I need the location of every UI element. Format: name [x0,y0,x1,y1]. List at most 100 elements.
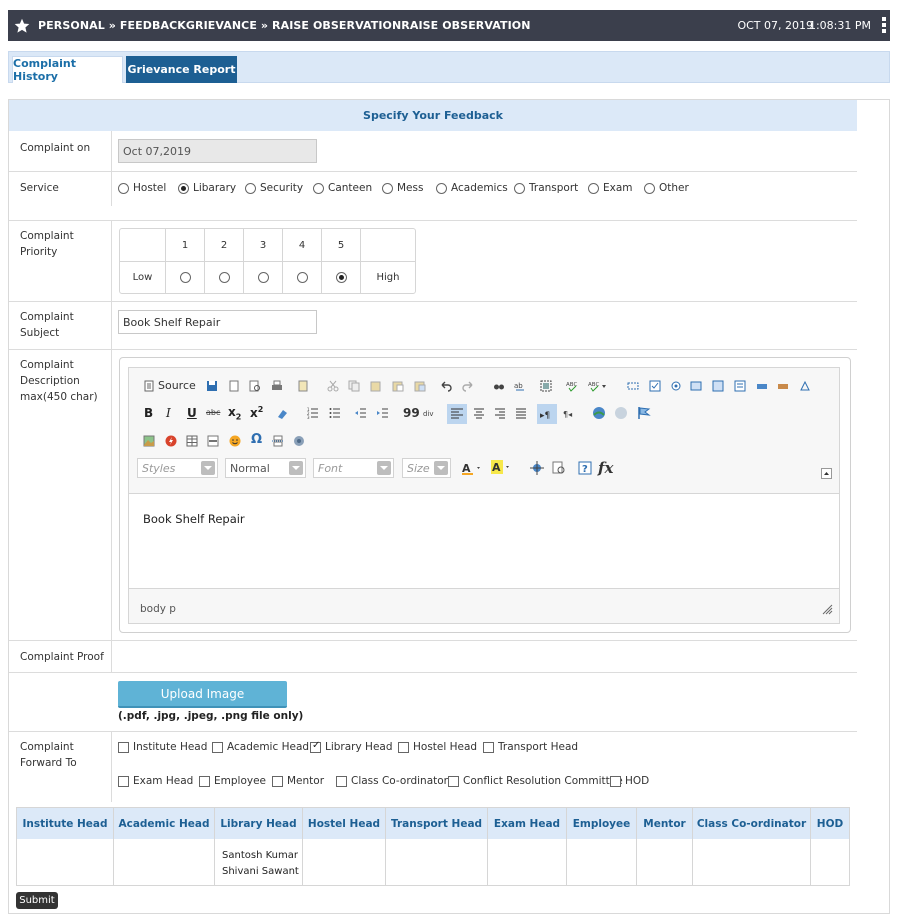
text-color-icon[interactable]: A [462,461,484,475]
redo-icon[interactable] [462,380,474,392]
star-icon[interactable] [14,18,30,34]
priority-radio-1[interactable] [166,262,205,293]
cut-icon[interactable] [327,380,339,392]
priority-radio-5[interactable] [322,262,361,293]
bulleted-list-icon[interactable] [329,407,341,419]
forward-conflict-resolution-checkbox[interactable]: Conflict Resolution Committee [448,775,623,787]
source-button[interactable]: Source [158,379,196,392]
remove-format-icon[interactable] [276,408,288,420]
service-option-security[interactable]: Security [245,182,303,194]
select-all-icon[interactable] [540,380,552,392]
new-page-icon[interactable] [228,380,240,392]
forward-hod-checkbox[interactable]: HOD [610,775,649,787]
forward-library-head-checkbox[interactable]: Library Head [310,740,393,753]
iframe-icon[interactable] [293,435,305,447]
link-icon[interactable] [592,406,606,420]
editor-content-area[interactable]: Book Shelf Repair [129,493,839,589]
service-option-libarary[interactable]: Libarary [178,182,236,194]
forward-mentor-checkbox[interactable]: Mentor [272,775,324,787]
align-center-icon[interactable] [473,407,485,419]
flash-icon[interactable] [165,435,177,447]
ltr-direction-icon[interactable]: ▸¶ [537,404,557,424]
spellcheck-icon[interactable]: ABC [566,380,578,392]
text-field-icon[interactable] [690,380,702,392]
styles-dropdown[interactable]: Styles [137,458,218,478]
help-icon[interactable]: ? [578,461,592,475]
submit-button[interactable]: Submit [16,892,58,909]
justify-icon[interactable] [515,407,527,419]
forward-hostel-head-checkbox[interactable]: Hostel Head [398,741,477,753]
italic-button[interactable]: I [166,406,171,420]
editor-element-path[interactable]: body p [140,603,176,615]
format-dropdown[interactable]: Normal [225,458,306,478]
find-icon[interactable] [493,380,505,392]
service-option-transport[interactable]: Transport [514,182,578,194]
subject-input[interactable]: Book Shelf Repair [118,310,317,334]
decrease-indent-icon[interactable] [355,407,367,419]
button-icon[interactable] [756,380,768,392]
forward-exam-head-checkbox[interactable]: Exam Head [118,775,193,787]
rtl-direction-icon[interactable]: ¶◂ [563,407,577,419]
paste-icon[interactable] [370,380,382,392]
align-right-icon[interactable] [494,407,506,419]
font-dropdown[interactable]: Font [313,458,394,478]
anchor-flag-icon[interactable] [637,406,651,420]
checkbox-icon[interactable] [649,380,661,392]
select-field-icon[interactable] [734,380,746,392]
smiley-icon[interactable] [229,435,241,447]
service-option-hostel[interactable]: Hostel [118,182,166,194]
form-icon[interactable] [627,380,639,392]
service-option-mess[interactable]: Mess [382,182,423,194]
tab-grievance-report[interactable]: Grievance Report [126,56,237,83]
size-dropdown[interactable]: Size [402,458,451,478]
paste-word-icon[interactable] [414,380,426,392]
increase-indent-icon[interactable] [377,407,389,419]
templates-icon[interactable] [297,380,309,392]
align-left-icon[interactable] [447,404,467,424]
spell-as-you-type-icon[interactable]: ABC [588,380,608,392]
show-blocks-icon[interactable] [552,461,566,475]
service-option-canteen[interactable]: Canteen [313,182,372,194]
priority-radio-4[interactable] [283,262,322,293]
horizontal-line-icon[interactable] [207,435,219,447]
image-button-icon[interactable] [777,380,789,392]
more-menu-icon[interactable] [882,17,886,33]
textarea-icon[interactable] [712,380,724,392]
paste-text-icon[interactable] [392,380,404,392]
priority-radio-2[interactable] [205,262,244,293]
unlink-icon[interactable] [614,406,628,420]
create-div-icon[interactable]: div [423,407,437,419]
formula-button[interactable]: fx [598,459,613,477]
service-option-academics[interactable]: Academics [436,182,508,194]
source-doc-icon[interactable] [143,380,155,392]
subscript-button[interactable]: x2 [228,405,241,421]
service-option-other[interactable]: Other [644,182,689,194]
blockquote-button[interactable]: 99 [403,406,420,420]
hidden-field-icon[interactable] [799,380,811,392]
underline-button[interactable]: U [187,406,197,420]
collapse-toolbar-icon[interactable] [821,468,832,479]
print-icon[interactable] [271,380,283,392]
resize-handle-icon[interactable] [822,604,833,615]
copy-icon[interactable] [348,380,360,392]
upload-image-button[interactable]: Upload Image [118,681,287,708]
superscript-button[interactable]: x2 [250,405,263,420]
background-color-icon[interactable]: A [491,460,513,474]
save-icon[interactable] [206,380,218,392]
replace-icon[interactable]: ab [514,380,526,392]
image-icon[interactable] [143,435,155,447]
bold-button[interactable]: B [144,406,153,420]
service-option-exam[interactable]: Exam [588,182,633,194]
page-break-icon[interactable] [272,435,284,447]
numbered-list-icon[interactable]: 123 [307,407,319,419]
forward-institute-head-checkbox[interactable]: Institute Head [118,741,207,753]
table-icon[interactable] [186,435,198,447]
priority-radio-3[interactable] [244,262,283,293]
forward-employee-checkbox[interactable]: Employee [199,775,266,787]
preview-icon[interactable] [249,380,261,392]
undo-icon[interactable] [440,380,452,392]
forward-class-coordinator-checkbox[interactable]: Class Co-ordinator [336,775,448,787]
special-char-button[interactable]: Ω [251,432,262,447]
forward-academic-head-checkbox[interactable]: Academic Head [212,741,309,753]
tab-complaint-history[interactable]: Complaint History [12,56,123,83]
